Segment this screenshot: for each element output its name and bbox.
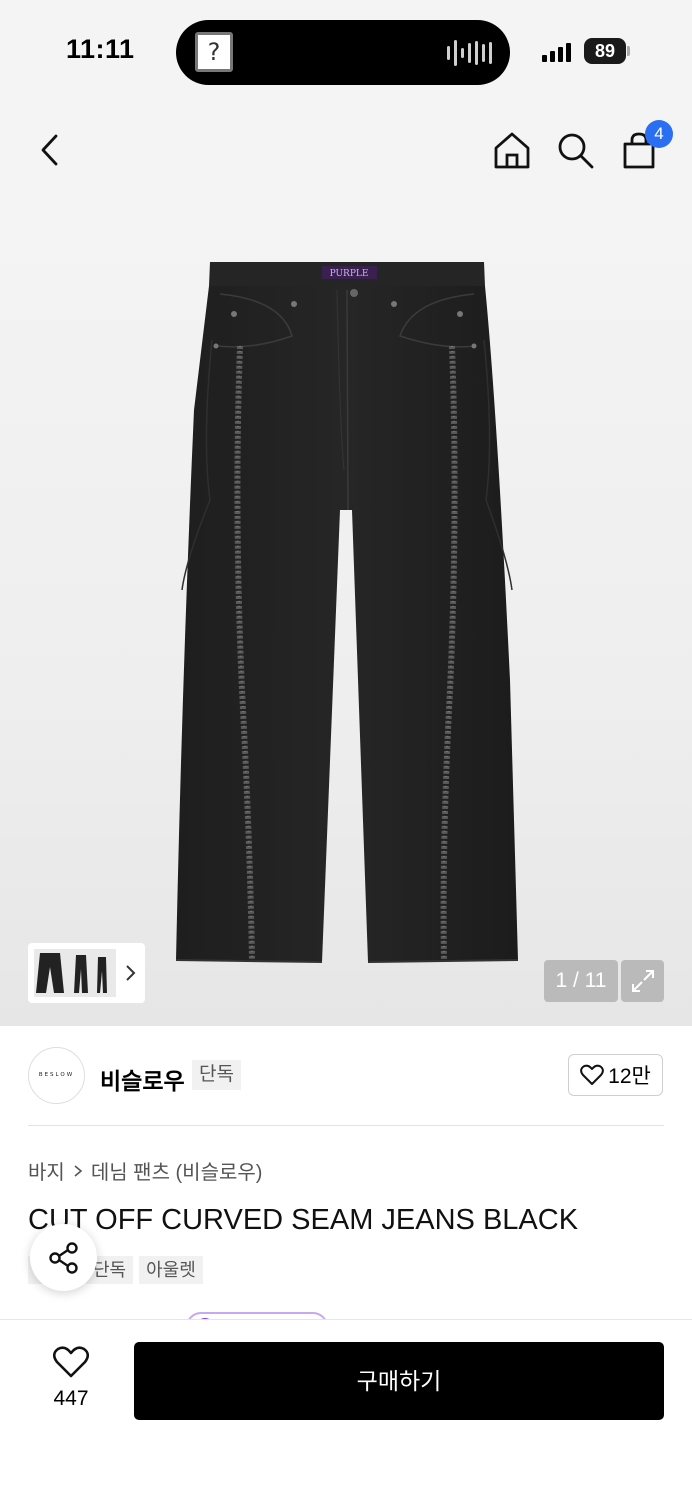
product-image-gallery[interactable]: PURPLE 1 / 11 <box>0 210 692 1026</box>
cart-count-badge: 4 <box>645 120 673 148</box>
thumbnail-strip[interactable] <box>28 943 145 1003</box>
home-button[interactable] <box>490 128 534 172</box>
waistband-label: PURPLE <box>330 269 369 279</box>
cart-button[interactable]: 4 <box>617 120 673 172</box>
audio-waveform-icon <box>447 40 492 66</box>
status-time: 11:11 <box>66 34 135 64</box>
brand-name[interactable]: 비슬로우 <box>100 1062 185 1096</box>
battery-cap <box>627 46 630 56</box>
heart-icon <box>52 1346 90 1378</box>
product-like-count: 447 <box>53 1387 89 1410</box>
home-icon <box>494 132 530 169</box>
share-button[interactable] <box>30 1224 97 1291</box>
cellular-signal-icon <box>542 40 571 62</box>
thumbnail-images <box>34 949 116 997</box>
product-like-button[interactable]: 447 <box>36 1346 106 1411</box>
back-button[interactable] <box>28 128 72 172</box>
status-bar: 11:11 ? 89 <box>0 0 692 100</box>
heart-icon <box>580 1064 605 1085</box>
top-navigation: 4 <box>0 100 692 210</box>
battery-icon: 89 <box>584 38 626 64</box>
chevron-right-icon <box>73 1164 83 1178</box>
chevron-left-icon <box>41 134 58 166</box>
bottom-action-bar: 447 구매하기 <box>0 1319 692 1500</box>
dynamic-island[interactable]: ? <box>176 20 510 85</box>
breadcrumb-item-category[interactable]: 바지 <box>28 1156 65 1185</box>
product-title: CUT OFF CURVED SEAM JEANS BLACK <box>28 1204 579 1236</box>
expand-icon <box>631 970 654 992</box>
breadcrumb: 바지 데님 팬츠 (비슬로우) <box>28 1156 262 1185</box>
product-image-jeans: PURPLE <box>175 262 519 963</box>
chevron-right-icon <box>126 965 136 981</box>
brand-exclusive-tag: 단독 <box>192 1060 241 1090</box>
share-icon <box>48 1241 78 1274</box>
island-thumbnail: ? <box>195 32 233 72</box>
search-button[interactable] <box>553 128 597 172</box>
buy-button[interactable]: 구매하기 <box>134 1342 664 1420</box>
thumbnail-jeans-icon <box>36 953 107 993</box>
divider <box>28 1125 664 1126</box>
brand-row: BESLOW 비슬로우 단독 12만 <box>0 1026 692 1126</box>
brand-like-count: 12만 <box>608 1065 651 1088</box>
tag-outlet: 아울렛 <box>139 1256 203 1284</box>
image-counter: 1 / 11 <box>544 960 618 1002</box>
brand-logo[interactable]: BESLOW <box>28 1047 85 1104</box>
breadcrumb-item-subcategory[interactable]: 데님 팬츠 (비슬로우) <box>91 1156 263 1185</box>
brand-like-button[interactable]: 12만 <box>568 1054 663 1096</box>
expand-button[interactable] <box>621 960 664 1002</box>
search-icon <box>558 133 594 169</box>
